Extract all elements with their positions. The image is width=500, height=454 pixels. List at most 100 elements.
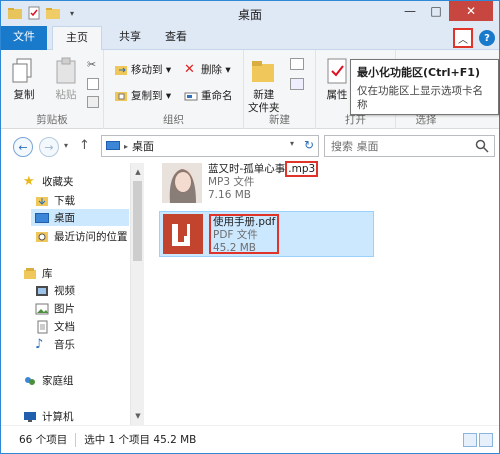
nav-documents[interactable]: 文档 xyxy=(35,319,75,334)
scroll-up-icon[interactable]: ▲ xyxy=(131,165,145,179)
cut-icon[interactable]: ✂ xyxy=(87,58,99,71)
nav-pictures[interactable]: 图片 xyxy=(35,301,75,316)
copy-to-label: 复制到 ▾ xyxy=(131,90,172,102)
scroll-down-icon[interactable]: ▼ xyxy=(131,409,145,423)
search-box[interactable]: 搜索 桌面 xyxy=(324,135,495,157)
nav-recent[interactable]: 最近访问的位置 xyxy=(35,229,128,244)
scrollbar-thumb[interactable] xyxy=(133,181,142,261)
tab-view[interactable]: 查看 xyxy=(153,26,199,50)
homegroup-icon xyxy=(25,376,35,385)
recent-locations-icon[interactable]: ▾ xyxy=(64,141,68,150)
maximize-button[interactable]: □ xyxy=(423,1,449,21)
explorer-window: ▾ 桌面 — □ ✕ 文件 主页 共享 查看 ︿ ? 复制 粘贴 ✂ 剪贴板 移… xyxy=(0,0,500,454)
mp3-file-type: MP3 文件 xyxy=(208,176,255,188)
mp3-file-name-base: 蓝又时-孤单心事 xyxy=(208,163,286,175)
paste-shortcut-icon[interactable] xyxy=(87,96,99,108)
minimize-ribbon-tooltip: 最小化功能区(Ctrl+F1) 仅在功能区上显示选项卡名称 xyxy=(350,59,499,115)
mp3-file-size: 7.16 MB xyxy=(208,189,251,201)
chevron-up-icon: ︿ xyxy=(458,34,468,46)
mp3-thumbnail-icon xyxy=(162,163,202,203)
move-to-icon xyxy=(115,65,127,75)
picture-icon xyxy=(35,303,49,314)
file-item-pdf[interactable]: 使用手册.pdf PDF 文件 45.2 MB xyxy=(159,211,374,257)
move-to-button[interactable]: 移动到 ▾ xyxy=(114,62,171,77)
properties-button[interactable]: 属性 xyxy=(322,56,352,102)
properties-label: 属性 xyxy=(326,89,348,101)
library-icon xyxy=(24,267,36,279)
up-arrow-icon[interactable]: ↑ xyxy=(79,138,90,153)
pdf-file-name: 使用手册.pdf xyxy=(213,216,276,228)
pdf-file-icon xyxy=(163,214,203,254)
refresh-icon[interactable]: ↻ xyxy=(304,138,314,152)
tab-file[interactable]: 文件 xyxy=(1,26,47,50)
forward-button[interactable]: → xyxy=(39,137,59,157)
nav-downloads[interactable]: 下载 xyxy=(35,193,75,208)
tab-home[interactable]: 主页 xyxy=(52,26,102,51)
forward-arrow-icon: → xyxy=(44,140,54,154)
file-item-mp3[interactable]: 蓝又时-孤单心事 .mp3 MP3 文件 7.16 MB xyxy=(162,161,372,207)
large-icons-view-icon[interactable] xyxy=(479,433,493,447)
address-dropdown-icon[interactable]: ▾ xyxy=(290,139,294,148)
back-button[interactable]: ← xyxy=(13,137,33,157)
star-icon: ★ xyxy=(23,173,35,189)
nav-videos[interactable]: 视频 xyxy=(35,283,75,298)
paste-button[interactable]: 粘贴 xyxy=(51,56,81,102)
organize-group-label: 组织 xyxy=(163,114,184,126)
recent-places-icon xyxy=(36,231,48,242)
copy-path-icon[interactable] xyxy=(87,78,99,90)
navigation-pane-scrollbar[interactable]: ▲ ▼ xyxy=(130,163,144,425)
easy-access-icon[interactable] xyxy=(290,78,304,90)
rename-label: 重命名 xyxy=(201,90,233,102)
new-folder-button[interactable]: 新建 文件夹 xyxy=(248,56,280,115)
pdf-file-details: 使用手册.pdf PDF 文件 45.2 MB xyxy=(209,214,280,254)
nav-favorites-label: 收藏夹 xyxy=(42,176,74,188)
nav-favorites[interactable]: ★ 收藏夹 xyxy=(23,174,74,189)
details-view-icon[interactable] xyxy=(463,433,477,447)
desktop-icon xyxy=(35,212,49,223)
copy-label: 复制 xyxy=(13,89,35,101)
new-folder-label-1: 新建 xyxy=(253,89,275,101)
clipboard-group-label: 剪贴板 xyxy=(36,114,68,126)
delete-label: 删除 ▾ xyxy=(201,64,231,76)
minimize-ribbon-button[interactable]: ︿ xyxy=(453,28,473,48)
paste-label: 粘贴 xyxy=(55,89,77,101)
new-group: 新建 文件夹 新建 xyxy=(244,50,316,129)
search-icon xyxy=(475,139,489,153)
rename-button[interactable]: 重命名 xyxy=(184,88,233,103)
tab-share[interactable]: 共享 xyxy=(107,26,153,50)
organize-group: 移动到 ▾ 复制到 ▾ ✕ 删除 ▾ 重命名 组织 xyxy=(104,50,244,129)
nav-computer[interactable]: 计算机 xyxy=(23,409,74,424)
music-icon: ♪ xyxy=(35,336,44,352)
nav-libraries[interactable]: 库 xyxy=(23,266,53,281)
mp3-file-extension: .mp3 xyxy=(285,161,319,177)
item-count: 66 个项目 xyxy=(19,434,68,446)
window-controls: — □ ✕ xyxy=(397,1,493,21)
move-to-label: 移动到 ▾ xyxy=(131,64,172,76)
address-bar[interactable]: ▸ 桌面 ▾ ↻ xyxy=(101,135,319,157)
new-group-label: 新建 xyxy=(269,114,290,126)
close-button[interactable]: ✕ xyxy=(449,1,493,21)
address-separator-icon: ▸ xyxy=(124,141,129,151)
nav-homegroup[interactable]: 家庭组 xyxy=(23,373,74,388)
status-bar: 66 个项目 选中 1 个项目 45.2 MB xyxy=(1,425,499,453)
nav-libraries-label: 库 xyxy=(42,268,53,280)
nav-desktop[interactable]: 桌面 xyxy=(31,209,129,226)
nav-music[interactable]: ♪ 音乐 xyxy=(35,337,75,352)
delete-icon: ✕ xyxy=(184,61,195,77)
minimize-button[interactable]: — xyxy=(397,1,423,21)
help-icon[interactable]: ? xyxy=(479,30,495,46)
document-icon xyxy=(37,320,48,333)
desktop-location-icon xyxy=(106,141,120,150)
new-item-icon[interactable] xyxy=(290,58,304,70)
navigation-bar: ← → ▾ ↑ ▸ 桌面 ▾ ↻ 搜索 桌面 xyxy=(1,129,499,163)
nav-desktop-label: 桌面 xyxy=(54,212,75,224)
copy-button[interactable]: 复制 xyxy=(9,56,39,102)
nav-computer-label: 计算机 xyxy=(42,411,74,423)
mp3-file-details: 蓝又时-孤单心事 .mp3 MP3 文件 7.16 MB xyxy=(208,161,319,207)
clipboard-group: 复制 粘贴 ✂ 剪贴板 xyxy=(1,50,104,129)
view-switcher xyxy=(463,433,493,447)
delete-button[interactable]: ✕ 删除 ▾ xyxy=(184,62,231,77)
copy-to-button[interactable]: 复制到 ▾ xyxy=(114,88,171,103)
downloads-icon xyxy=(36,196,48,206)
ribbon-tabs: 文件 主页 共享 查看 ︿ ? xyxy=(1,26,499,51)
